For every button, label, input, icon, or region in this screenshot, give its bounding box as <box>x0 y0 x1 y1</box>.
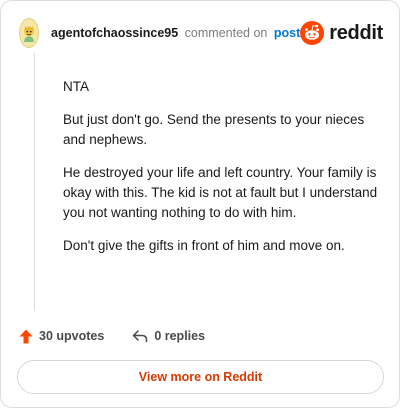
upvote-button[interactable]: 30 upvotes <box>19 329 104 344</box>
upvote-count: 30 upvotes <box>39 329 105 343</box>
comment-paragraph: He destroyed your life and left country.… <box>63 165 378 220</box>
reply-button[interactable]: 0 replies <box>132 329 205 343</box>
comment-meta: agentofchaossince95 commented on post <box>51 26 300 40</box>
avatar[interactable] <box>19 18 40 48</box>
commented-on-label: commented on <box>184 26 268 40</box>
post-link[interactable]: post <box>274 26 300 40</box>
comment-paragraph: But just don't go. Send the presents to … <box>63 112 365 147</box>
reddit-comment-embed: agentofchaossince95 commented on post re… <box>0 0 400 408</box>
reply-count: 0 replies <box>154 329 206 343</box>
reddit-snoo-icon <box>300 21 325 45</box>
comment-header: agentofchaossince95 commented on post re… <box>19 15 383 51</box>
comment-body: NTA But just don't go. Send the presents… <box>63 77 381 269</box>
avatar-cartoon-icon <box>24 25 34 43</box>
upvote-arrow-icon <box>19 329 33 343</box>
username[interactable]: agentofchaossince95 <box>51 26 178 40</box>
comment-actions: 30 upvotes 0 replies <box>19 325 205 347</box>
comment-paragraph: NTA <box>63 79 89 94</box>
reddit-logo[interactable]: reddit <box>300 21 383 45</box>
reply-arrow-icon <box>133 330 148 343</box>
comment-paragraph: Don't give the gifts in front of him and… <box>63 238 345 253</box>
view-more-on-reddit-button[interactable]: View more on Reddit <box>17 360 384 394</box>
thread-line[interactable] <box>34 53 35 311</box>
reddit-wordmark: reddit <box>329 21 383 44</box>
